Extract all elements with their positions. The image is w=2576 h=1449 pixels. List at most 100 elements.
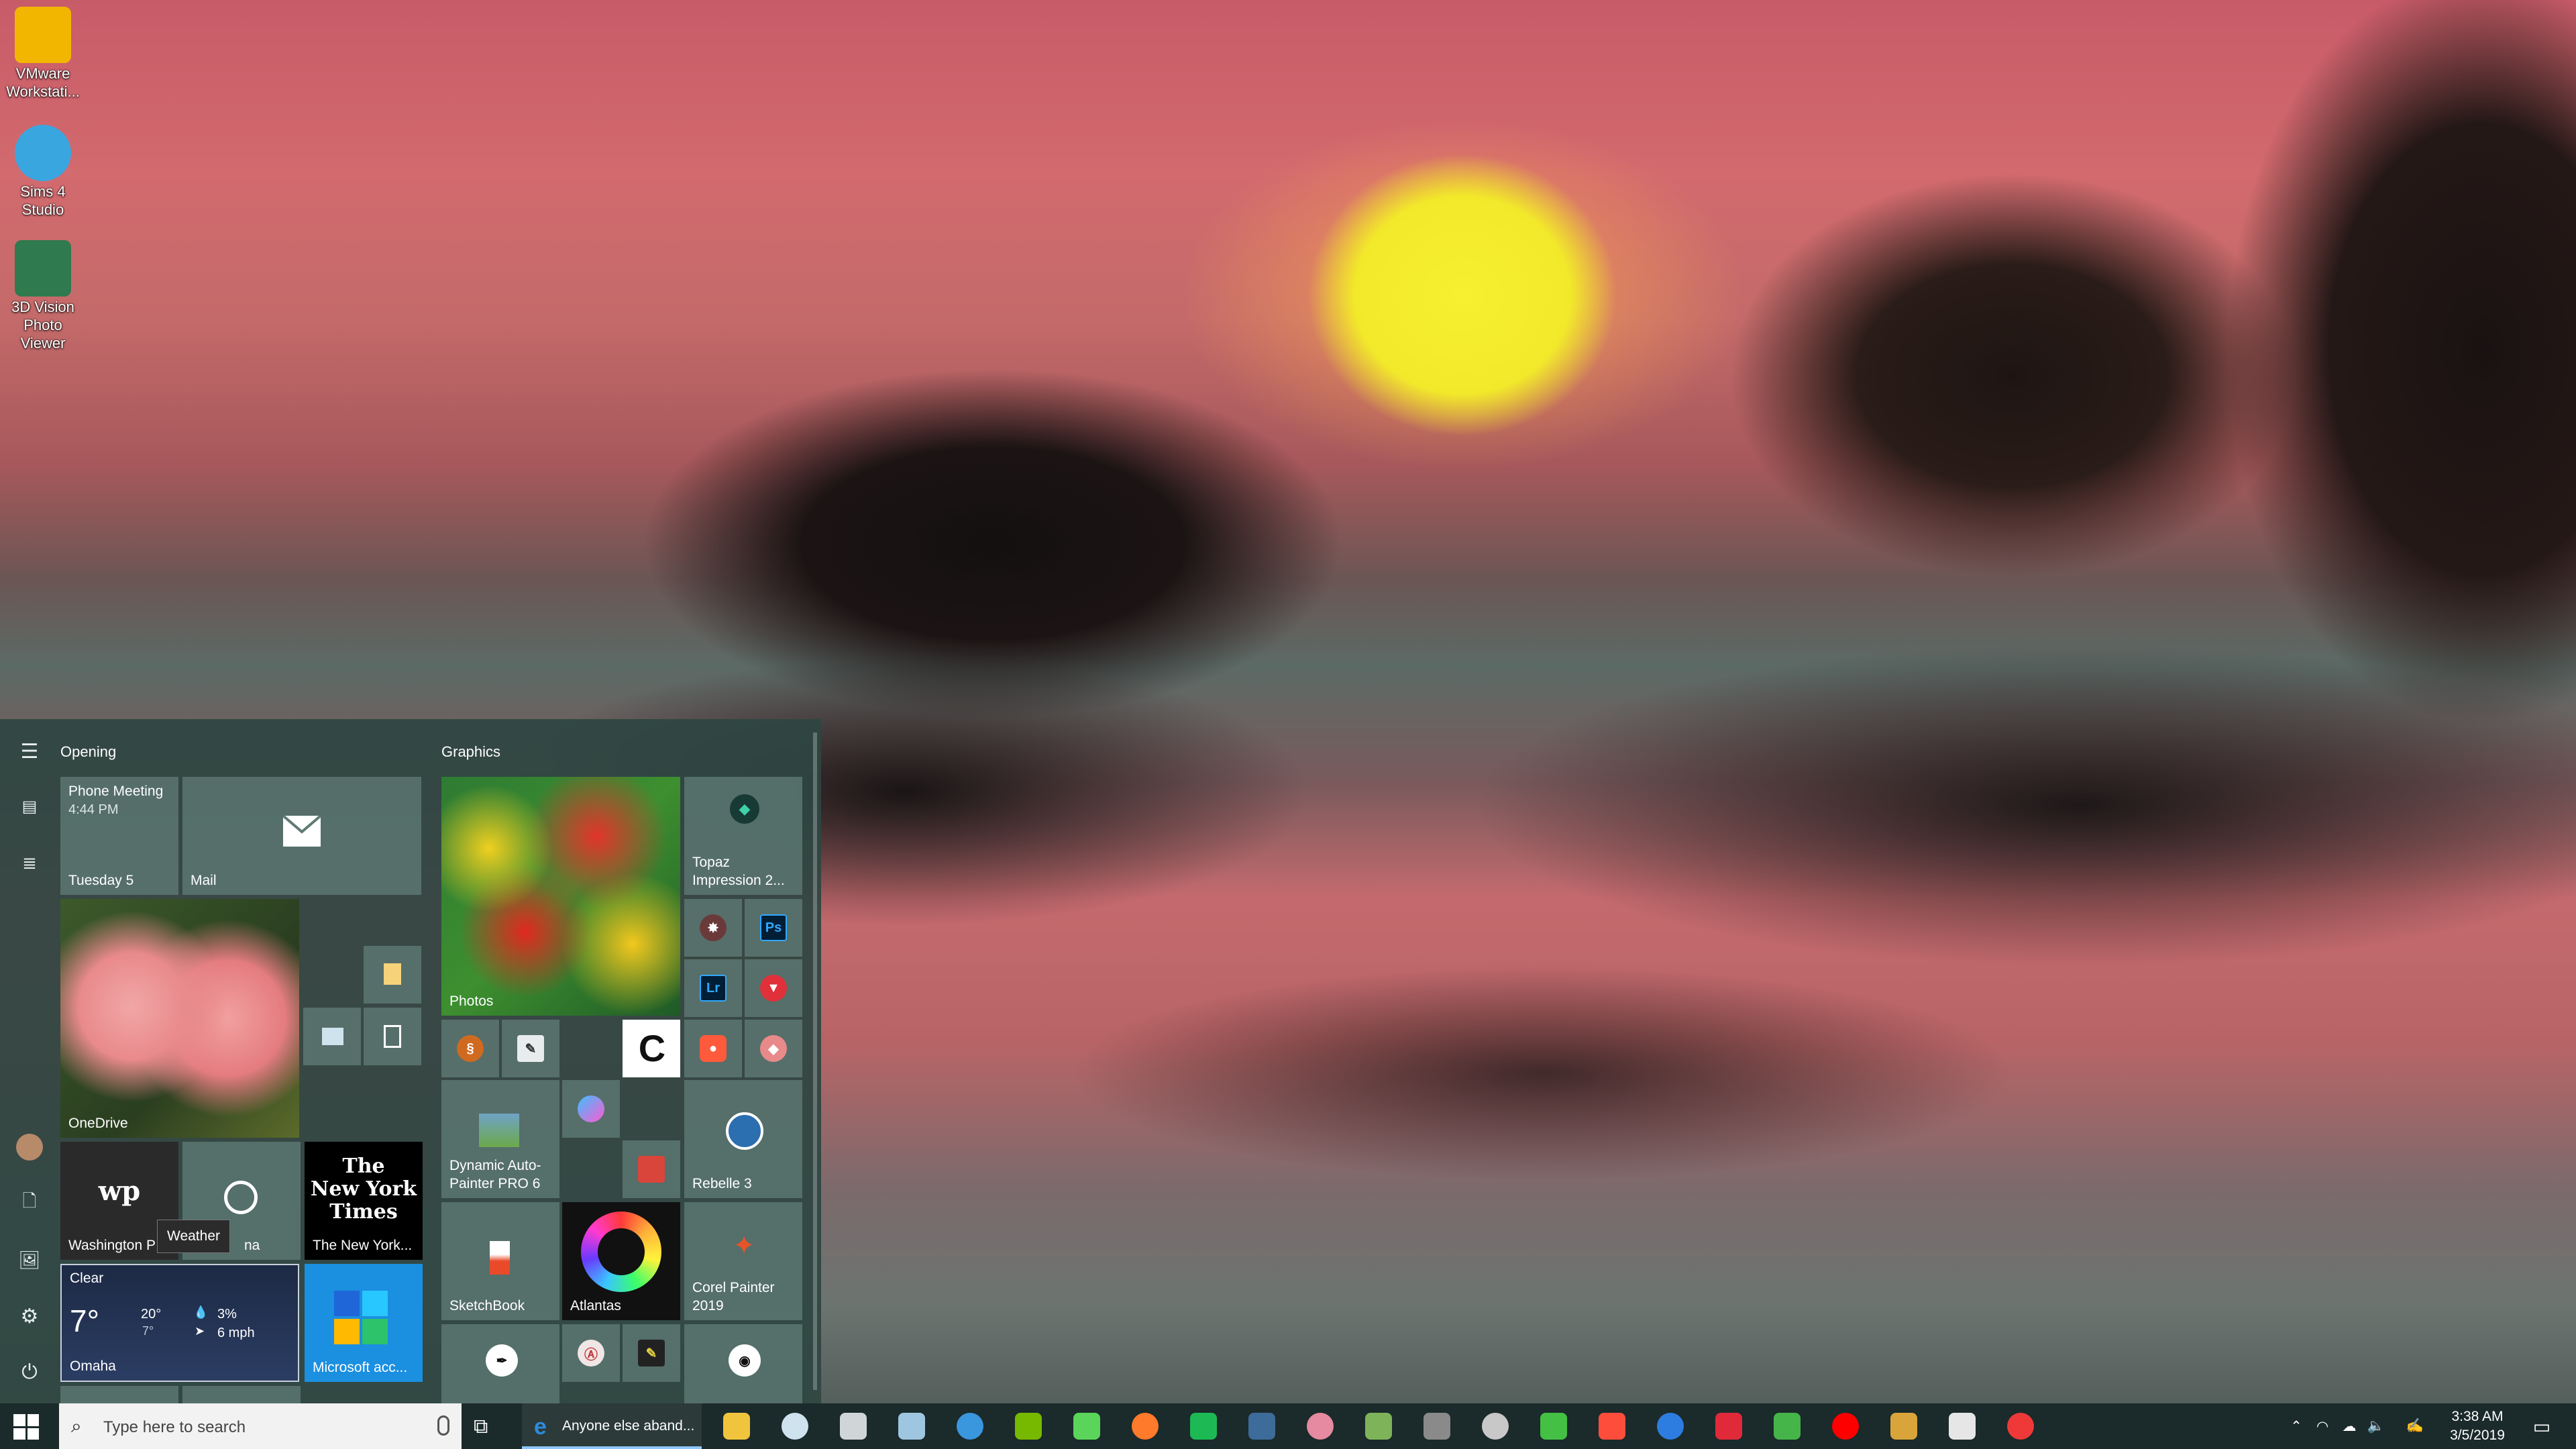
start-scrollbar[interactable] <box>813 733 817 1390</box>
search-box[interactable]: ⌕ Type here to search <box>59 1403 462 1449</box>
origami-icon[interactable] <box>1599 1413 1625 1440</box>
all-apps-list-icon[interactable]: ≣ <box>15 848 44 877</box>
steam-icon[interactable] <box>1248 1413 1275 1440</box>
topaz-impression-tile[interactable]: ◆ Topaz Impression 2... <box>684 777 802 895</box>
paint-app-icon[interactable] <box>1307 1413 1334 1440</box>
lightroom-icon: Lr <box>700 975 727 1002</box>
atlantas-tile[interactable]: Atlantas <box>562 1202 680 1320</box>
sticky-notes-tile[interactable] <box>364 946 421 1004</box>
nvidia-icon[interactable] <box>1015 1413 1042 1440</box>
corel-painter-tile[interactable]: ✦ Corel Painter 2019 <box>684 1202 802 1320</box>
desktop-icon-3d-vision[interactable]: 3D Vision Photo Viewer <box>0 236 86 352</box>
microsoft-account-tile[interactable]: Microsoft acc... <box>305 1264 423 1382</box>
firefox-icon[interactable] <box>1132 1413 1159 1440</box>
app-tile-small[interactable]: § <box>441 1020 499 1077</box>
clock-time: 3:38 AM <box>2451 1409 2504 1424</box>
clock-date: 3/5/2019 <box>2450 1428 2505 1443</box>
weather-condition: Clear <box>70 1271 104 1286</box>
app-tile-small[interactable]: ✎ <box>502 1020 559 1077</box>
mega-m-icon[interactable] <box>1949 1413 1976 1440</box>
calculator-icon <box>384 1025 401 1048</box>
dap-label-line1: Dynamic Auto- <box>449 1158 541 1173</box>
settings-gear-icon[interactable]: ⚙ <box>15 1301 44 1331</box>
onedrive-cloud-icon[interactable]: ☁ <box>2337 1403 2361 1449</box>
youtube-icon[interactable] <box>1832 1413 1859 1440</box>
colorful-app-icon[interactable] <box>1890 1413 1917 1440</box>
taskbar-edge-window[interactable]: e Anyone else aband... <box>522 1403 702 1449</box>
calendar-tile[interactable]: Phone Meeting 4:44 PM Tuesday 5 <box>60 777 178 895</box>
edge-icon: e <box>534 1414 547 1440</box>
app-tile-small[interactable] <box>623 1140 680 1198</box>
app-tile-small[interactable]: ◆ <box>745 1020 802 1077</box>
power-icon[interactable]: ⏻ <box>15 1358 44 1387</box>
pen-workspace-icon[interactable]: ✍ <box>2402 1403 2428 1449</box>
maps-pin-icon[interactable] <box>1073 1413 1100 1440</box>
stylus-icon[interactable] <box>1424 1413 1450 1440</box>
vivaldi-icon[interactable] <box>2007 1413 2034 1440</box>
weather-low: 7° <box>142 1324 154 1338</box>
mail-tile[interactable]: Mail <box>182 777 421 895</box>
volume-icon[interactable]: 🔈 <box>2364 1403 2388 1449</box>
windows-start-icon[interactable] <box>13 1414 39 1440</box>
partial-tile[interactable] <box>182 1386 301 1403</box>
gamepad-icon[interactable] <box>1482 1413 1509 1440</box>
network-icon[interactable]: ◠ <box>2310 1403 2334 1449</box>
green-leaf-icon[interactable] <box>1774 1413 1801 1440</box>
desktop-icon-sims4-studio[interactable]: Sims 4 Studio <box>0 121 86 219</box>
visual-studio-icon[interactable] <box>957 1413 983 1440</box>
rebelle-tile[interactable]: Rebelle 3 <box>684 1080 802 1198</box>
green-star-icon[interactable] <box>1540 1413 1567 1440</box>
rebelle-label: Rebelle 3 <box>692 1176 752 1191</box>
camera-icon: ◉ <box>729 1344 761 1377</box>
desktop-icon-vmware[interactable]: VMware Workstati... <box>0 3 86 101</box>
rebelle-icon <box>726 1112 763 1150</box>
app-tile-partial[interactable]: ✒ <box>441 1324 559 1403</box>
spotify-icon[interactable] <box>1190 1413 1217 1440</box>
app-tile-small[interactable]: ✸ <box>684 899 742 957</box>
pictures-icon[interactable]: 🖼 <box>15 1245 44 1275</box>
photos-tile[interactable]: Photos <box>441 777 680 1016</box>
file-explorer-icon[interactable] <box>723 1413 750 1440</box>
desktop-icon-label: Workstati... <box>6 83 80 100</box>
documents-icon[interactable]: 🗋 <box>15 1189 44 1218</box>
user-avatar[interactable] <box>16 1134 43 1161</box>
microsoft-account-label: Microsoft acc... <box>313 1360 408 1375</box>
app-tile-small[interactable]: ▼ <box>745 959 802 1017</box>
group-title-opening: Opening <box>60 743 117 760</box>
action-center-icon[interactable]: ▭ <box>2525 1403 2559 1449</box>
app-tile-small[interactable]: Ⓐ <box>562 1324 620 1382</box>
app-tile-small[interactable]: ✎ <box>623 1324 680 1382</box>
atlantas-spiral-icon <box>581 1212 661 1292</box>
clip-studio-tile[interactable]: C <box>623 1020 680 1077</box>
washington-post-label: Washington P <box>68 1238 156 1253</box>
weather-tooltip: Weather <box>157 1220 230 1253</box>
app-tile-small[interactable]: ● <box>684 1020 742 1077</box>
partial-tile[interactable] <box>60 1386 178 1403</box>
app-tile-small[interactable] <box>562 1080 620 1138</box>
weather-tile[interactable]: Clear 7° 20° 7° 💧 3% ➤ 6 mph Omaha <box>60 1264 299 1382</box>
lightroom-tile[interactable]: Lr <box>684 959 742 1017</box>
pink-app-icon: ◆ <box>760 1035 787 1062</box>
washington-post-logo: wp <box>98 1175 141 1207</box>
microphone-icon[interactable] <box>437 1415 449 1436</box>
brush-app-icon[interactable] <box>898 1413 925 1440</box>
dynamic-auto-painter-tile[interactable]: Dynamic Auto- Painter PRO 6 <box>441 1080 559 1198</box>
tiles-view-icon[interactable]: ▤ <box>15 792 44 821</box>
nyt-tile[interactable]: The New York Times The New York... <box>305 1142 423 1260</box>
clock[interactable]: 3:38 AM 3/5/2019 <box>2434 1407 2521 1445</box>
photos-app-icon[interactable] <box>1365 1413 1392 1440</box>
window-app-icon[interactable] <box>1657 1413 1684 1440</box>
m-app-icon[interactable] <box>1715 1413 1742 1440</box>
photo-viewer-tile[interactable] <box>303 1008 361 1065</box>
photoshop-tile[interactable]: Ps <box>745 899 802 957</box>
app-tile-partial[interactable]: ◉ <box>684 1324 802 1403</box>
notepad-icon[interactable] <box>782 1413 808 1440</box>
calculator-tile[interactable] <box>364 1008 421 1065</box>
device-icon[interactable] <box>840 1413 867 1440</box>
task-view-icon[interactable]: ⧉ <box>474 1415 488 1438</box>
dap-label-line2: Painter PRO 6 <box>449 1176 541 1191</box>
show-hidden-icons-chevron[interactable]: ⌃ <box>2286 1403 2306 1449</box>
onedrive-tile[interactable]: OneDrive <box>60 899 299 1138</box>
hamburger-menu-icon[interactable]: ☰ <box>15 737 44 766</box>
sketchbook-tile[interactable]: SketchBook <box>441 1202 559 1320</box>
